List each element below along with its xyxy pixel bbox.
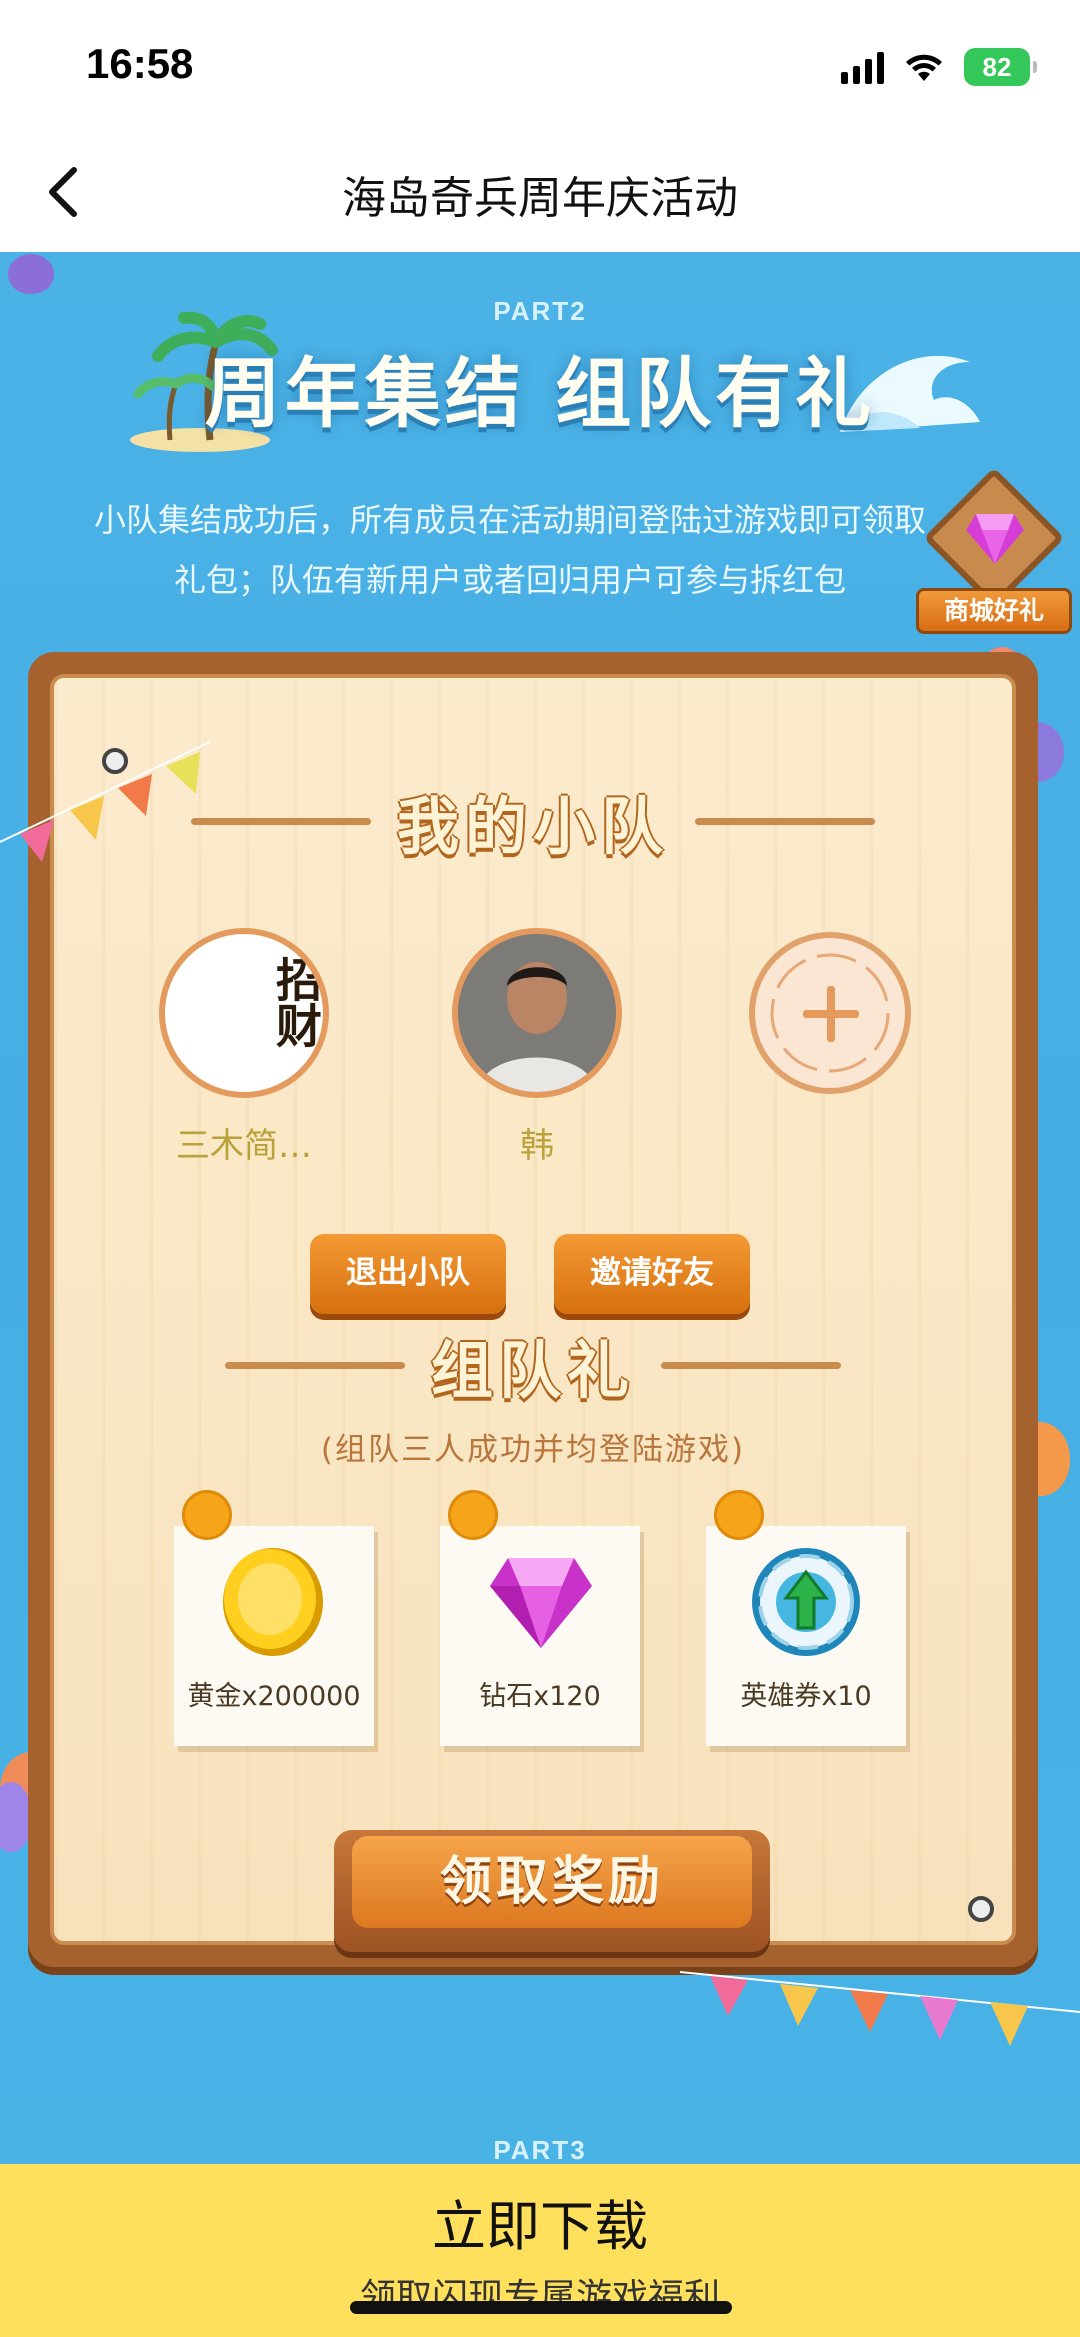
status-bar: 16:58 82 (0, 0, 1080, 130)
person-photo-icon (458, 934, 616, 1092)
team-member-2[interactable]: 韩 (447, 928, 627, 1167)
team-gift-title-row: 组队礼 (54, 1320, 1012, 1410)
status-time: 16:58 (86, 40, 194, 87)
claim-reward-button[interactable]: 领取奖励 (352, 1836, 752, 1928)
reward-card-hero-ticket: 英雄券x10 (706, 1490, 906, 1746)
status-icons: 82 (841, 48, 1037, 86)
pin-icon (182, 1490, 232, 1540)
event-banner: PART2 周年集结 组队有礼 小队集结成功后，所有成员在活动期间登陆过游戏即可… (0, 252, 1080, 2164)
diamond-icon (490, 1558, 592, 1648)
team-gift-subtitle: (组队三人成功并均登陆游戏) (320, 1432, 746, 1468)
reward-card-diamond: 钻石x120 (440, 1490, 640, 1746)
pennant-decoration (680, 1971, 1080, 2046)
event-description-line1: 小队集结成功后，所有成员在活动期间登陆过游戏即可领取 (93, 501, 926, 539)
wifi-icon (906, 54, 942, 81)
title-decoration (695, 817, 875, 825)
my-team-title: 我的小队 (396, 790, 669, 863)
reward-label: 钻石x120 (479, 1681, 601, 1712)
leave-team-button[interactable]: 退出小队 (310, 1234, 506, 1314)
add-member-slot[interactable] (740, 928, 920, 1094)
nav-bar: 海岛奇兵周年庆活动 (0, 130, 1080, 252)
claim-plank: 领取奖励 (334, 1830, 770, 1952)
event-description-line2: 礼包；队伍有新用户或者回归用户可参与拆红包 (173, 561, 846, 599)
avatar: 招财 (159, 928, 329, 1098)
pin-icon (448, 1490, 498, 1540)
avatar (452, 928, 622, 1098)
battery-level: 82 (982, 51, 1012, 82)
avatar-text: 招财 (269, 956, 323, 1048)
diamond-icon (966, 514, 1024, 564)
title-decoration (661, 1361, 841, 1369)
reward-label: 黄金x200000 (187, 1681, 361, 1712)
add-member-button[interactable] (749, 932, 911, 1094)
home-indicator (350, 2301, 732, 2314)
member-name: 韩 (520, 1126, 554, 1166)
screw-icon (968, 1896, 994, 1922)
plus-icon (770, 953, 890, 1073)
team-gift-title: 组队礼 (430, 1334, 635, 1407)
page: 16:58 82 海岛奇兵周年庆活动 PART2 周年集结 组队有礼 小队集结成… (0, 0, 1080, 2337)
page-title: 海岛奇兵周年庆活动 (342, 173, 738, 224)
gold-coin-icon (223, 1548, 323, 1656)
team-member-1[interactable]: 招财 三木简… (154, 928, 334, 1167)
part3-label: PART3 (493, 2135, 587, 2164)
reward-card-gold: 黄金x200000 (174, 1490, 374, 1746)
reward-label: 英雄券x10 (740, 1681, 872, 1712)
event-headline: 周年集结 组队有礼 (204, 349, 876, 438)
member-name: 三木简… (176, 1126, 312, 1166)
pennant-decoration (0, 741, 211, 862)
hero-ticket-icon (752, 1548, 860, 1656)
balloon-decoration (8, 254, 54, 294)
cellular-signal-icon (841, 50, 884, 84)
invite-friends-button[interactable]: 邀请好友 (554, 1234, 750, 1314)
pin-icon (714, 1490, 764, 1540)
title-decoration (224, 1361, 405, 1369)
shop-gift-label: 商城好礼 (916, 588, 1072, 634)
shop-gift-badge[interactable]: 商城好礼 (912, 467, 1076, 640)
download-title: 立即下载 (432, 2195, 648, 2258)
battery-icon: 82 (964, 48, 1037, 86)
